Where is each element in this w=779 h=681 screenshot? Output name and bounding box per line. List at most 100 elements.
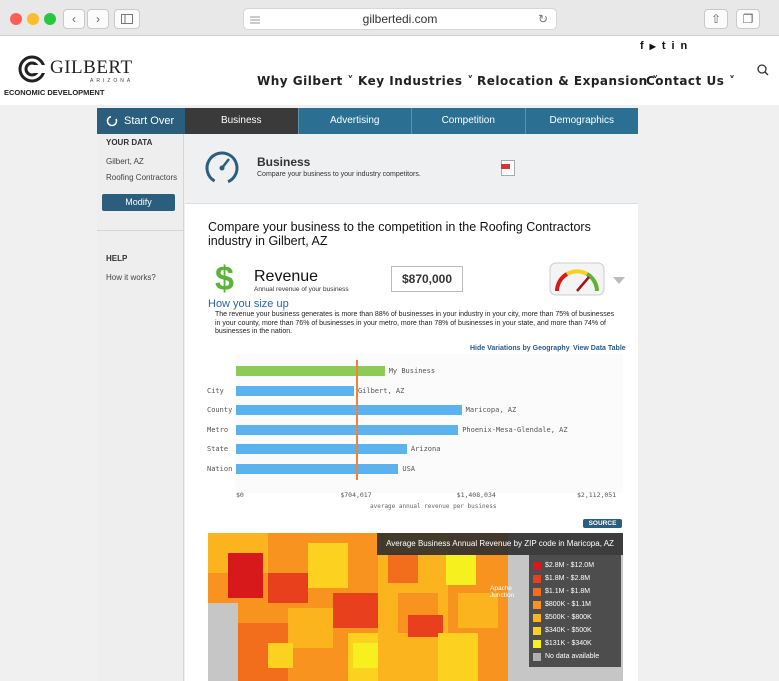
- tabs-button[interactable]: ❐: [736, 9, 760, 29]
- svg-text:$: $: [215, 262, 234, 294]
- reload-icon[interactable]: ↻: [538, 9, 548, 29]
- chart-bar-usa[interactable]: [236, 463, 399, 474]
- legend-item: $340K - $500K: [533, 624, 617, 637]
- forward-button[interactable]: ›: [87, 9, 109, 29]
- chart-bar-maricopa-az[interactable]: [236, 405, 462, 415]
- chart-category-city: City: [207, 386, 224, 395]
- pdf-icon[interactable]: [501, 160, 515, 176]
- legend-item: $1.8M - $2.8M: [533, 572, 617, 585]
- logo-sub: ARIZONA: [90, 78, 134, 84]
- chevron-right-icon: ›: [96, 12, 100, 26]
- map-title: Average Business Annual Revenue by ZIP c…: [377, 533, 623, 555]
- chart-category-metro: Metro: [207, 425, 229, 434]
- tabs-icon: ❐: [742, 12, 754, 26]
- view-data-table-link[interactable]: View Data Table: [573, 345, 626, 352]
- chevron-left-icon: ‹: [72, 12, 76, 26]
- legend-swatch: [533, 561, 541, 570]
- chart-x-axis-label: average annual revenue per business: [370, 503, 497, 510]
- twitter-icon[interactable]: t: [662, 40, 672, 52]
- main-panel: Business Compare your business to your i…: [185, 134, 638, 681]
- how-it-works-link[interactable]: How it works?: [106, 273, 156, 282]
- chart-x-tick: $2,112,051: [577, 491, 617, 499]
- logo-tag: ECONOMIC DEVELOPMENT: [4, 88, 105, 97]
- tab-demographics[interactable]: Demographics: [524, 108, 638, 134]
- reader-icon: [250, 16, 260, 24]
- legend-item: $800K - $1.1M: [533, 598, 617, 611]
- nav-why-gilbert[interactable]: Why Gilbert ˅: [257, 74, 354, 88]
- legend-label: $340K - $500K: [545, 627, 592, 634]
- facebook-icon[interactable]: f: [640, 40, 650, 52]
- legend-label: No data available: [545, 653, 600, 660]
- gauge-icon: [549, 262, 605, 296]
- chart-bar-my-business[interactable]: [236, 366, 385, 376]
- legend-swatch: [533, 626, 541, 635]
- chart-bar-arizona[interactable]: [236, 444, 407, 454]
- location-value: Gilbert, AZ: [106, 157, 144, 166]
- legend-swatch: [533, 587, 541, 596]
- minimize-window-button[interactable]: [27, 13, 39, 25]
- nav-key-industries[interactable]: Key Industries ˅: [358, 74, 474, 88]
- search-icon[interactable]: [757, 64, 769, 76]
- legend-swatch: [533, 600, 541, 609]
- chart-bar-label: My Business: [388, 367, 436, 375]
- hide-variations-link[interactable]: Hide Variations by Geography: [470, 345, 570, 352]
- business-title: Business: [257, 155, 311, 169]
- sidebar-toggle-button[interactable]: [114, 9, 140, 29]
- chart-reference-line: [356, 360, 359, 480]
- revenue-title: Revenue: [254, 268, 319, 285]
- chart-category-state: State: [207, 445, 229, 453]
- legend-swatch: [533, 639, 541, 648]
- url-text: gilbertedi.com: [362, 12, 438, 26]
- business-subtitle: Compare your business to your industry c…: [257, 171, 421, 178]
- social-links: f▶tin: [640, 40, 693, 52]
- chart-bar-label: USA: [402, 464, 416, 473]
- browser-toolbar: ‹ › gilbertedi.com ↻ ⇧ ❐: [0, 0, 779, 36]
- close-window-button[interactable]: [10, 13, 22, 25]
- tab-business[interactable]: Business: [185, 108, 298, 134]
- your-data-heading: YOUR DATA: [106, 138, 153, 147]
- expand-triangle-icon[interactable]: [613, 277, 625, 285]
- tab-competition[interactable]: Competition: [411, 108, 525, 134]
- legend-item: No data available: [533, 650, 617, 663]
- report-tabs: Business Advertising Competition Demogra…: [185, 108, 638, 134]
- legend-item: $2.8M - $12.0M: [533, 559, 617, 572]
- chart-category-county: County: [207, 406, 233, 414]
- start-over-label: Start Over: [124, 115, 175, 127]
- legend-item: $500K - $800K: [533, 611, 617, 624]
- industry-value: Roofing Contractors: [106, 173, 178, 182]
- size-heading: How you size up: [208, 298, 289, 310]
- chart-bar-phoenix-mesa-glendale-az[interactable]: [236, 424, 459, 435]
- revenue-value[interactable]: $870,000: [391, 266, 463, 292]
- legend-swatch: [533, 613, 541, 622]
- revenue-map[interactable]: Apache Junction Average Business Annual …: [208, 533, 623, 681]
- refresh-icon: [106, 115, 118, 127]
- legend-label: $131K - $340K: [545, 640, 592, 647]
- legend-item: $1.1M - $1.8M: [533, 585, 617, 598]
- linkedin-icon[interactable]: in: [672, 40, 694, 52]
- dollar-icon: $: [215, 262, 234, 294]
- chart-x-tick: $704,017: [340, 491, 372, 499]
- tab-advertising[interactable]: Advertising: [297, 108, 411, 134]
- modify-button[interactable]: Modify: [102, 194, 175, 211]
- chart-bar-gilbert-az[interactable]: [236, 385, 354, 396]
- chart-x-tick: $0: [236, 491, 244, 499]
- share-button[interactable]: ⇧: [704, 9, 728, 29]
- start-over-button[interactable]: Start Over: [97, 108, 185, 134]
- back-button[interactable]: ‹: [63, 9, 85, 29]
- legend-label: $800K - $1.1M: [545, 601, 591, 608]
- logo-mark-icon: [18, 55, 46, 83]
- legend-label: $2.8M - $12.0M: [545, 562, 595, 569]
- address-bar[interactable]: gilbertedi.com ↻: [243, 8, 557, 30]
- share-icon: ⇧: [710, 12, 722, 26]
- sidebar-divider: [97, 230, 184, 231]
- help-heading: HELP: [106, 254, 128, 263]
- revenue-subtitle: Annual revenue of your business: [254, 286, 349, 293]
- source-button[interactable]: SOURCE: [583, 519, 622, 528]
- legend-swatch: [533, 652, 541, 661]
- nav-relocation-expansion[interactable]: Relocation & Expansion ˅: [477, 74, 659, 88]
- nav-contact-us[interactable]: Contact Us ˅: [646, 74, 736, 88]
- zoom-window-button[interactable]: [44, 13, 56, 25]
- legend-swatch: [533, 574, 541, 583]
- chart-x-tick: $1,408,034: [456, 491, 496, 499]
- youtube-icon[interactable]: ▶: [650, 42, 662, 51]
